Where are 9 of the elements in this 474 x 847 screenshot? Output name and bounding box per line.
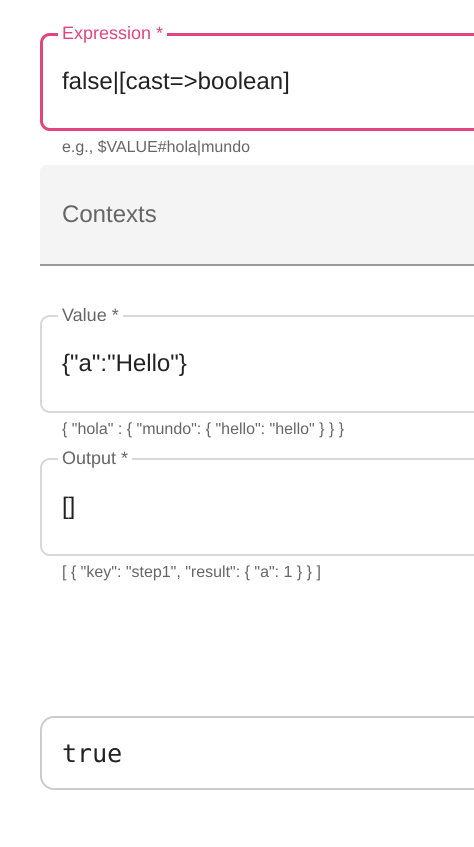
field-value: false|[cast=>boolean] xyxy=(62,68,290,96)
result-value: true xyxy=(62,738,122,768)
field-placeholder: Contexts xyxy=(62,200,157,228)
field-value: [] xyxy=(62,493,76,521)
contexts-field[interactable]: Contexts xyxy=(40,165,474,266)
field-value: {"a":"Hello"} xyxy=(62,350,187,378)
helper-text: { "hola" : { "mundo": { "hello": "hello" } } } xyxy=(62,420,346,440)
helper-text: e.g., $VALUE#hola|mundo xyxy=(62,138,251,158)
helper-text: [ { "key": "step1", "result": { "a": 1 } } ] xyxy=(62,563,322,583)
